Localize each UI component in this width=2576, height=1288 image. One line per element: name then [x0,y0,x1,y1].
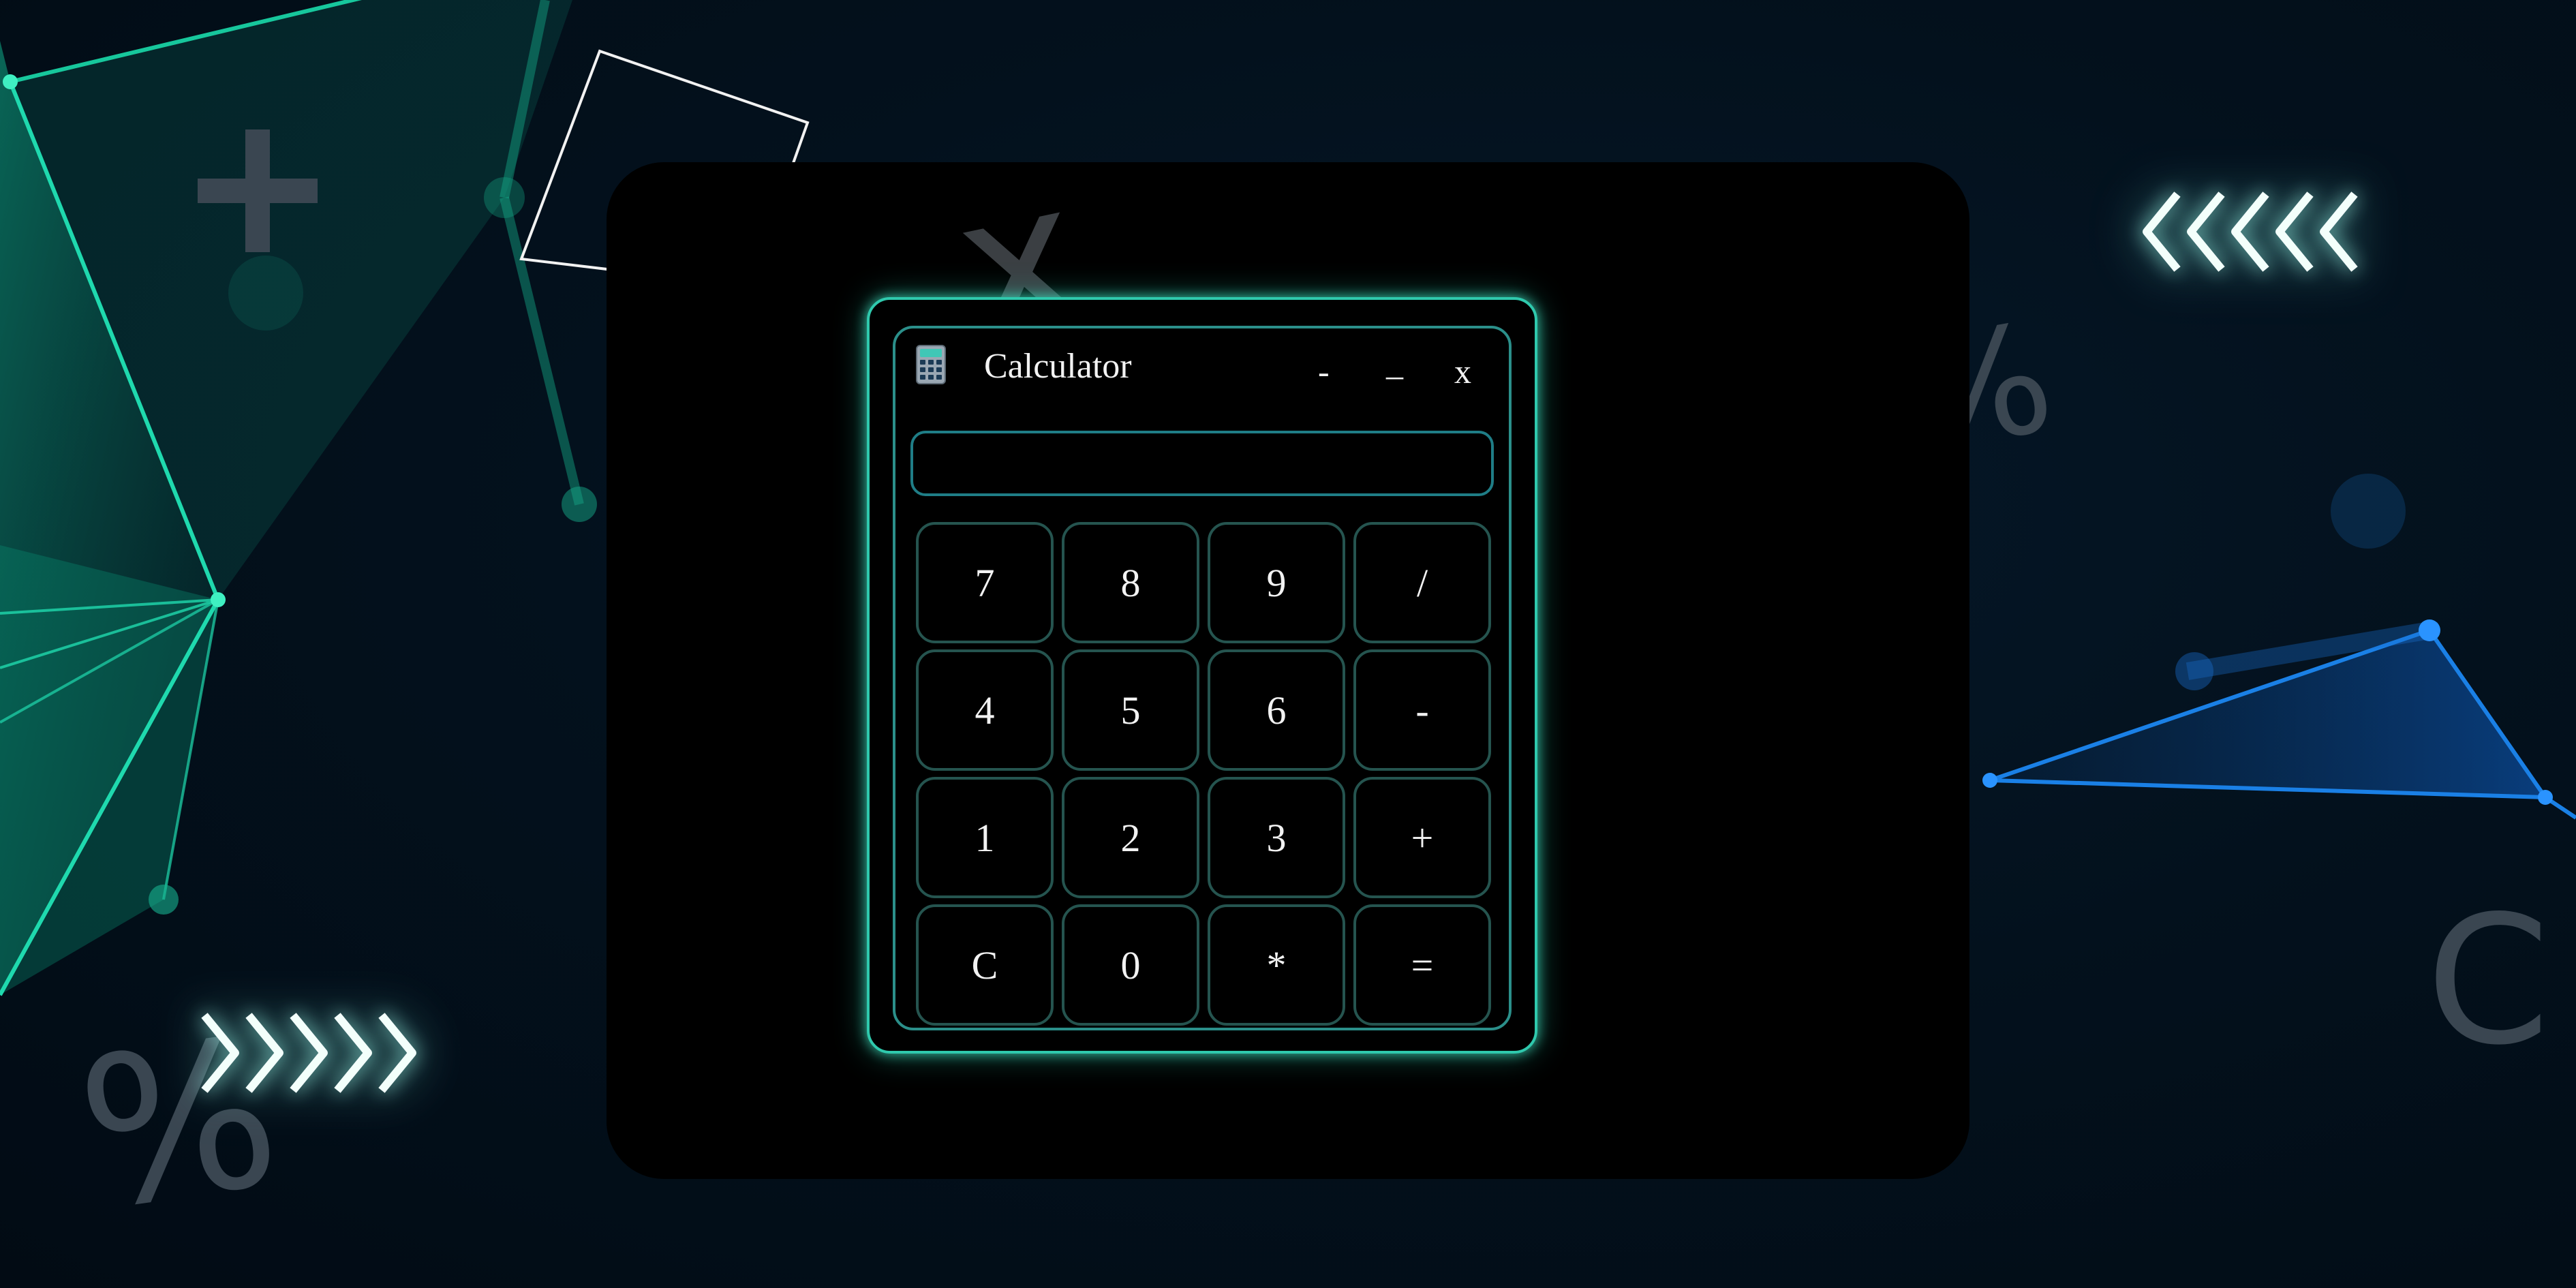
key-clear[interactable]: C [916,904,1054,1026]
maximize-button[interactable]: _ [1386,343,1403,383]
calculator-icon [916,345,946,384]
minimize-button[interactable]: - [1318,352,1330,391]
key-8[interactable]: 8 [1062,522,1199,643]
key-1[interactable]: 1 [916,777,1054,898]
chevrons-left-decoration [2140,187,2392,272]
calculator-frame: Calculator - _ x 7 8 9 / 4 5 6 - 1 2 3 +… [893,326,1512,1030]
window-title: Calculator [984,347,1132,386]
calculator-display[interactable] [910,431,1494,496]
key-divide[interactable]: / [1353,522,1491,643]
key-equals[interactable]: = [1353,904,1491,1026]
calculator-window: Calculator - _ x 7 8 9 / 4 5 6 - 1 2 3 +… [867,297,1537,1054]
key-6[interactable]: 6 [1208,649,1345,771]
key-4[interactable]: 4 [916,649,1054,771]
keypad: 7 8 9 / 4 5 6 - 1 2 3 + C 0 * = [916,522,1495,1026]
key-2[interactable]: 2 [1062,777,1199,898]
key-5[interactable]: 5 [1062,649,1199,771]
key-7[interactable]: 7 [916,522,1054,643]
key-add[interactable]: + [1353,777,1491,898]
key-0[interactable]: 0 [1062,904,1199,1026]
key-subtract[interactable]: - [1353,649,1491,771]
decorative-c-glyph: C [2426,878,2550,1084]
chevrons-right-decoration [194,1009,446,1093]
key-9[interactable]: 9 [1208,522,1345,643]
title-bar[interactable]: Calculator - _ x [895,328,1509,417]
close-button[interactable]: x [1454,352,1471,391]
key-multiply[interactable]: * [1208,904,1345,1026]
key-3[interactable]: 3 [1208,777,1345,898]
